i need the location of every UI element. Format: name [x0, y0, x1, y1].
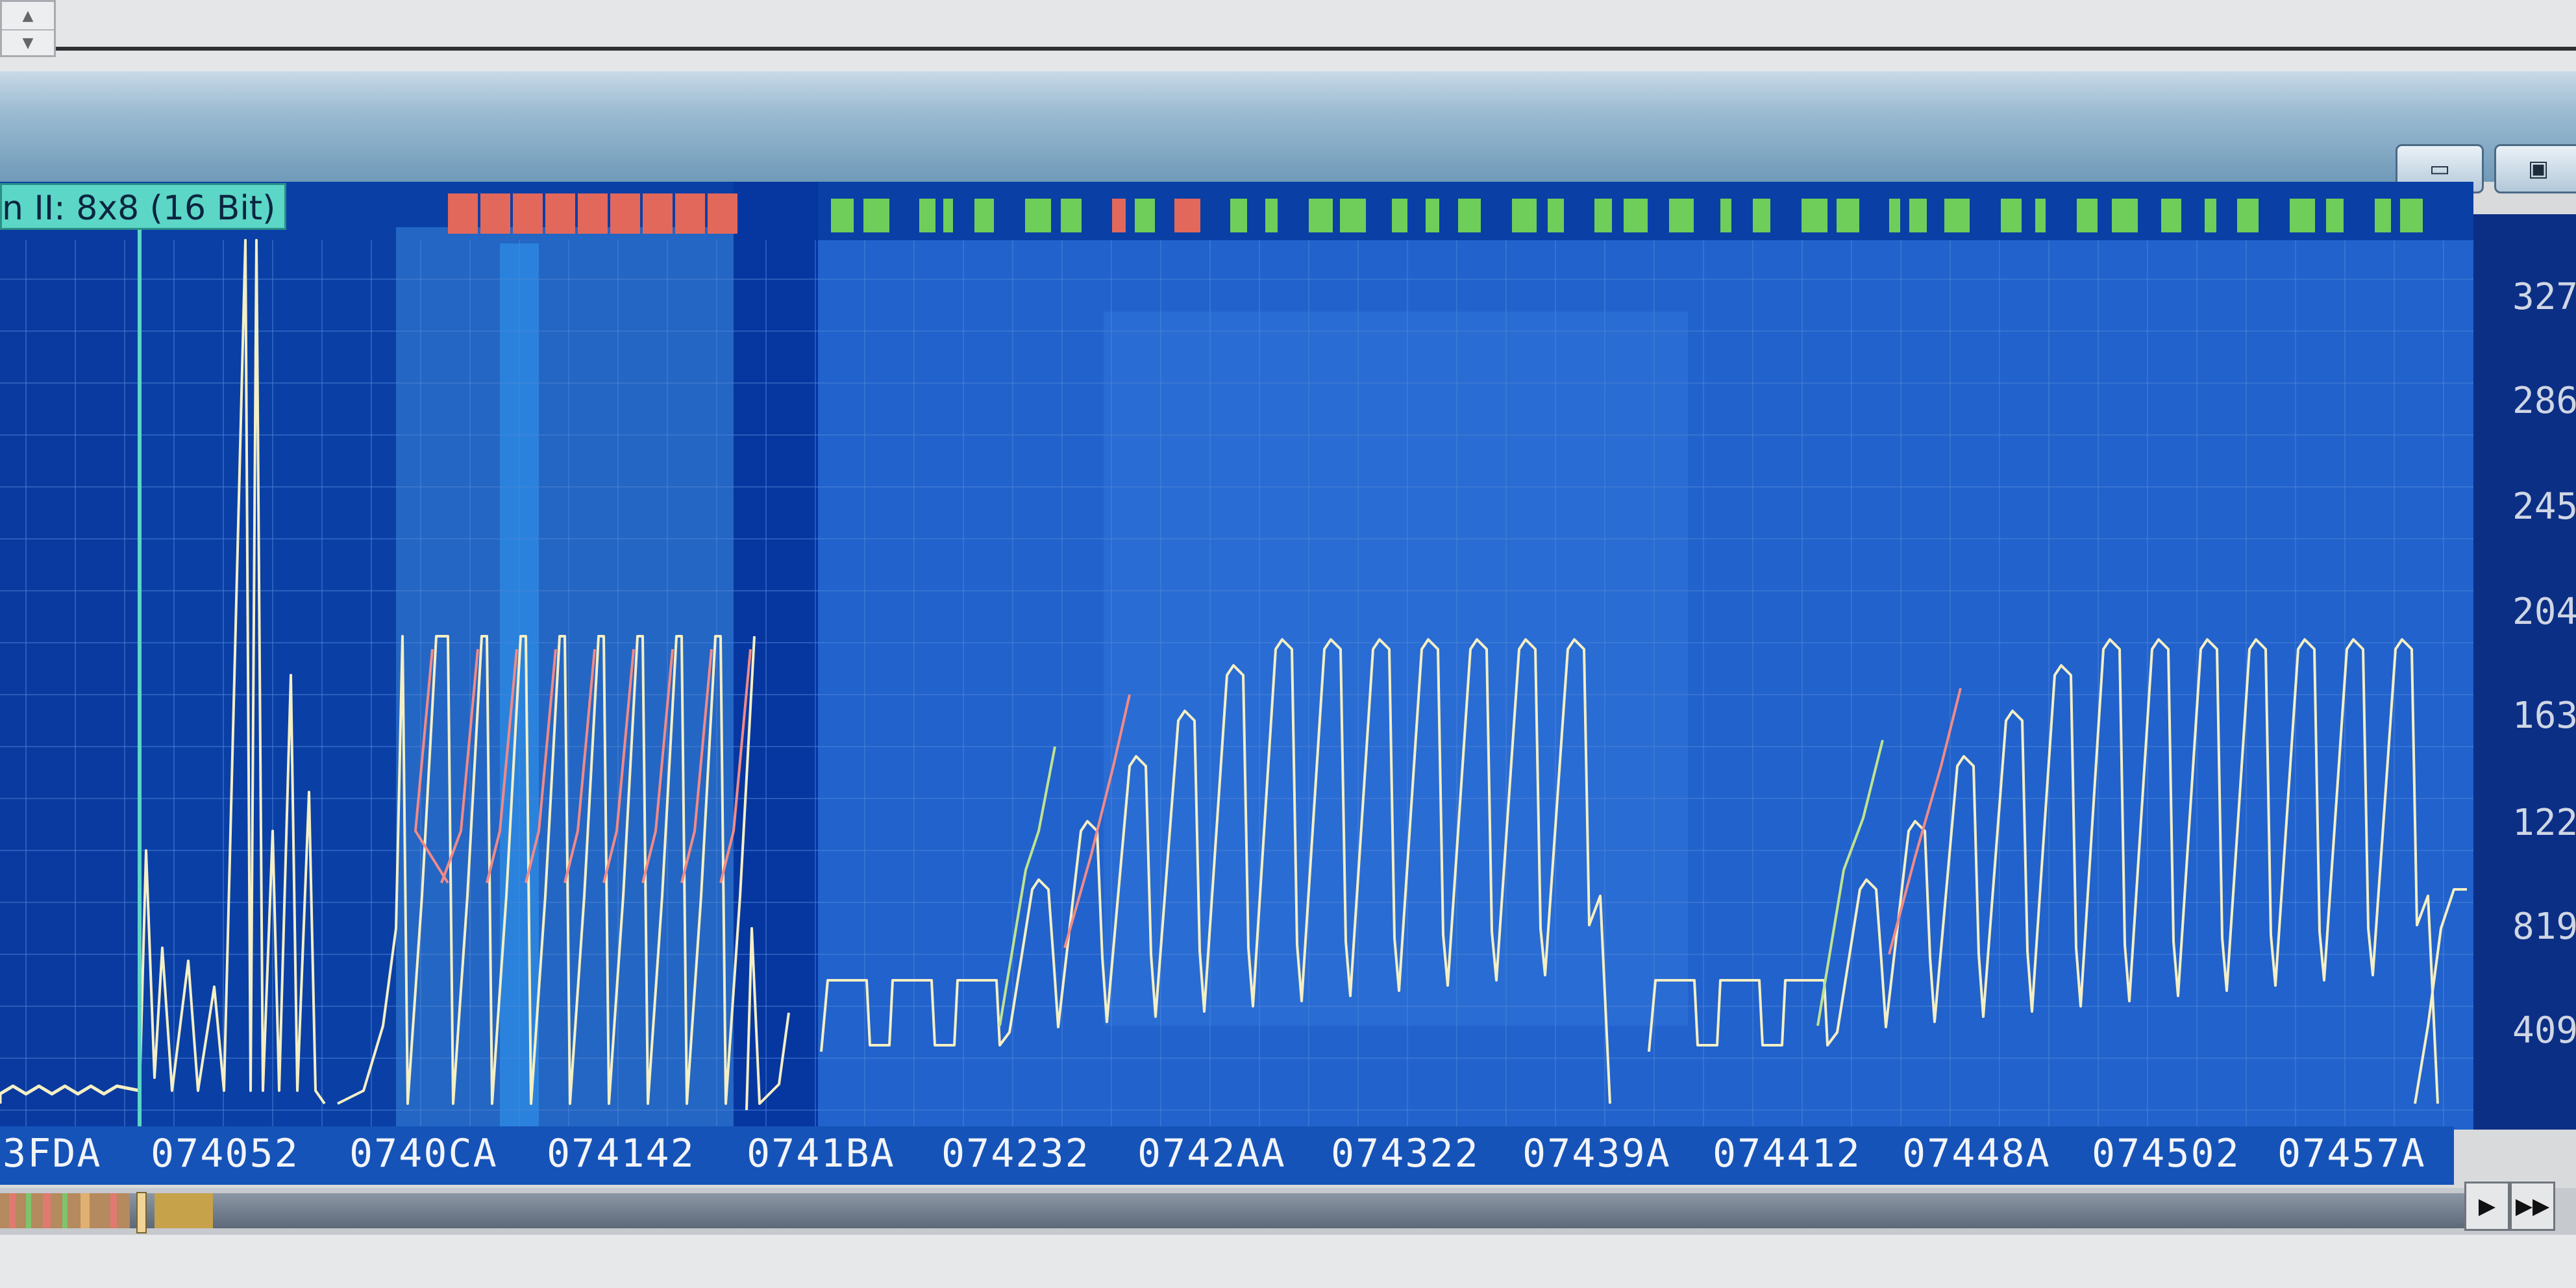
marker-block — [2001, 199, 2022, 232]
marker-block — [675, 193, 705, 234]
marker-block — [1802, 199, 1827, 232]
marker-block — [1753, 199, 1770, 232]
bottom-strip — [0, 1235, 2576, 1288]
marker-block — [513, 193, 543, 234]
x-tick-label: 07457A — [2277, 1131, 2426, 1176]
marker-block — [2290, 199, 2315, 232]
marker-block — [1265, 199, 1278, 232]
marker-block — [1512, 199, 1537, 232]
marker-block — [1458, 199, 1481, 232]
x-tick-label: 074502 — [2092, 1131, 2240, 1176]
signal-plot[interactable] — [0, 182, 2473, 1130]
marker-block — [2035, 199, 2046, 232]
marker-block — [1174, 199, 1200, 232]
left-region — [0, 227, 140, 1130]
fast-forward-icon[interactable]: ▶▶ — [2510, 1182, 2555, 1231]
marker-block — [1837, 199, 1859, 232]
marker-block — [1889, 199, 1900, 232]
marker-block — [1594, 199, 1612, 232]
divider — [56, 47, 2576, 51]
marker-block — [708, 193, 737, 234]
y-tick-label: 204 — [2512, 591, 2576, 633]
triangle-down-icon[interactable]: ▼ — [2, 29, 54, 56]
marker-block — [1720, 199, 1731, 232]
x-tick-label: 074142 — [547, 1131, 695, 1176]
marker-block — [2326, 199, 2344, 232]
marker-block — [448, 193, 478, 234]
value-spinner[interactable]: ▲ ▼ — [0, 0, 56, 57]
marker-block — [643, 193, 673, 234]
y-tick-label: 163 — [2512, 695, 2576, 737]
marker-block — [2112, 199, 2138, 232]
gap-region — [734, 182, 818, 1130]
marker-block — [1909, 199, 1927, 232]
x-tick-label: 074232 — [941, 1131, 1090, 1176]
marker-block — [919, 199, 935, 232]
channel-label[interactable]: n II: 8x8 (16 Bit) — [0, 183, 287, 230]
x-tick-label: 074322 — [1331, 1131, 1480, 1176]
marker-block — [1392, 199, 1407, 232]
overview-strip — [0, 1193, 213, 1228]
marker-block — [610, 193, 640, 234]
marker-block — [1426, 199, 1439, 232]
marker-block — [480, 193, 510, 234]
maximize-button[interactable]: ▣ — [2494, 144, 2576, 193]
marker-block — [1340, 199, 1366, 232]
marker-block — [2375, 199, 2391, 232]
scrollbar-thumb[interactable] — [136, 1192, 147, 1233]
waveform-segment — [138, 239, 326, 1105]
marker-block — [545, 193, 575, 234]
y-tick-label: 122 — [2512, 802, 2576, 844]
marker-block — [831, 199, 854, 232]
triangle-up-icon[interactable]: ▲ — [2, 2, 54, 31]
x-tick-label: 0742AA — [1137, 1131, 1286, 1176]
top-strip — [0, 0, 2576, 71]
x-tick-label: 3FDA — [3, 1131, 102, 1176]
marker-block — [1944, 199, 1970, 232]
maximize-icon: ▣ — [2527, 156, 2549, 182]
y-tick-label: 409 — [2512, 1009, 2576, 1052]
x-tick-label: 074052 — [151, 1131, 299, 1176]
marker-block — [1025, 199, 1051, 232]
y-tick-label: 245 — [2512, 486, 2576, 528]
marker-block — [2077, 199, 2098, 232]
x-tick-label: 07448A — [1902, 1131, 2051, 1176]
x-tick-label: 07439A — [1522, 1131, 1671, 1176]
marker-block — [863, 199, 889, 232]
marker-block — [974, 199, 994, 232]
y-tick-label: 286 — [2512, 380, 2576, 422]
marker-block — [578, 193, 608, 234]
y-tick-label: 819 — [2512, 906, 2576, 948]
marker-block — [1112, 199, 1126, 232]
marker-block — [2161, 199, 2181, 232]
y-tick-label: 327 — [2512, 276, 2576, 318]
marker-block — [1548, 199, 1564, 232]
play-icon[interactable]: ▶ — [2464, 1182, 2510, 1231]
window-title-bar — [0, 71, 2576, 182]
marker-block — [2400, 199, 2423, 232]
x-tick-label: 0741BA — [747, 1131, 895, 1176]
marker-block — [943, 199, 953, 232]
x-tick-label: 074412 — [1713, 1131, 1861, 1176]
marker-block — [1624, 199, 1648, 232]
signal-plot-canvas — [0, 182, 2473, 1130]
y-axis-panel — [2473, 214, 2576, 1130]
marker-block — [2237, 199, 2259, 232]
marker-block — [1061, 199, 1082, 232]
marker-block — [1669, 199, 1694, 232]
x-tick-label: 0740CA — [349, 1131, 498, 1176]
marker-block — [2205, 199, 2216, 232]
marker-block — [1309, 199, 1333, 232]
marker-block — [1230, 199, 1247, 232]
marker-block — [1135, 199, 1155, 232]
minimize-icon: ▭ — [2429, 156, 2451, 182]
horizontal-scrollbar[interactable] — [0, 1193, 2467, 1228]
